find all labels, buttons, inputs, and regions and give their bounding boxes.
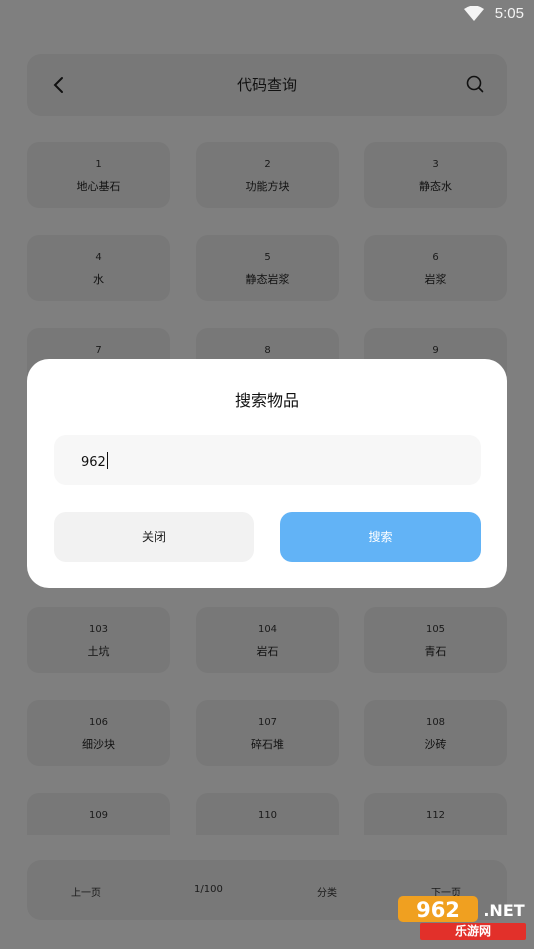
grid-item[interactable]: 104 岩石 — [196, 607, 339, 673]
grid-item[interactable]: 107 碎石堆 — [196, 700, 339, 766]
item-name: 碎石堆 — [251, 738, 284, 751]
item-number: 110 — [257, 810, 278, 821]
item-number: 104 — [257, 624, 278, 635]
item-name: 土坑 — [87, 645, 110, 658]
item-name: 细沙块 — [82, 738, 115, 751]
item-number: 109 — [88, 810, 109, 821]
item-number: 103 — [88, 624, 109, 635]
item-number: 8 — [264, 345, 271, 356]
item-number: 1 — [95, 159, 102, 170]
status-bar: 5:05 — [0, 0, 534, 30]
grid-item[interactable]: 110 — [196, 793, 339, 835]
item-name: 青石 — [424, 645, 447, 658]
wifi-icon — [464, 6, 484, 21]
item-name: 地心基石 — [76, 180, 121, 193]
grid-item[interactable]: 108 沙砖 — [364, 700, 507, 766]
search-input-value: 962 — [81, 455, 106, 470]
page-indicator: 1/100 — [194, 884, 223, 895]
grid-item[interactable]: 106 细沙块 — [27, 700, 170, 766]
grid-item[interactable]: 109 — [27, 793, 170, 835]
item-number: 107 — [257, 717, 278, 728]
close-button[interactable]: 关闭 — [54, 512, 254, 562]
search-input[interactable]: 962 — [54, 435, 481, 485]
grid-item[interactable]: 5 静态岩浆 — [196, 235, 339, 301]
header-bar: 代码查询 — [27, 54, 507, 116]
grid-item[interactable]: 6 岩浆 — [364, 235, 507, 301]
search-icon[interactable] — [465, 74, 485, 94]
clock: 5:05 — [494, 5, 524, 22]
item-name: 岩石 — [256, 645, 279, 658]
grid-item[interactable]: 105 青石 — [364, 607, 507, 673]
watermark-logo-image: 962 .NET — [398, 896, 525, 922]
item-name: 岩浆 — [424, 273, 447, 286]
item-number: 6 — [432, 252, 439, 263]
grid-item[interactable]: 103 土坑 — [27, 607, 170, 673]
item-number: 5 — [264, 252, 271, 263]
item-number: 105 — [425, 624, 446, 635]
search-dialog: 搜索物品 962 关闭 搜索 — [27, 359, 507, 588]
grid-item[interactable]: 3 静态水 — [364, 142, 507, 208]
grid-item[interactable]: 2 功能方块 — [196, 142, 339, 208]
item-number: 9 — [432, 345, 439, 356]
text-caret — [106, 452, 109, 469]
item-number: 2 — [264, 159, 271, 170]
grid-item[interactable]: 4 水 — [27, 235, 170, 301]
item-number: 108 — [425, 717, 446, 728]
watermark-site: 乐游网 — [420, 923, 526, 940]
prev-page-button[interactable]: 上一页 — [71, 884, 101, 899]
item-number: 106 — [88, 717, 109, 728]
item-number: 7 — [95, 345, 102, 356]
watermark-logo: 962 .NET 乐游网 — [398, 896, 528, 944]
page-title: 代码查询 — [236, 76, 297, 94]
category-button[interactable]: 分类 — [317, 884, 337, 899]
svg-text:.NET: .NET — [483, 901, 524, 920]
grid-item[interactable]: 112 — [364, 793, 507, 835]
search-button[interactable]: 搜索 — [280, 512, 481, 562]
dialog-title: 搜索物品 — [234, 391, 299, 410]
item-number: 112 — [425, 810, 446, 821]
grid-item[interactable]: 1 地心基石 — [27, 142, 170, 208]
item-name: 静态岩浆 — [245, 273, 290, 286]
item-number: 4 — [95, 252, 102, 263]
item-number: 3 — [432, 159, 439, 170]
item-name: 静态水 — [419, 180, 452, 193]
item-name: 功能方块 — [245, 180, 290, 193]
svg-text:962: 962 — [416, 898, 460, 922]
item-name: 沙砖 — [424, 738, 447, 751]
item-name: 水 — [93, 273, 104, 286]
